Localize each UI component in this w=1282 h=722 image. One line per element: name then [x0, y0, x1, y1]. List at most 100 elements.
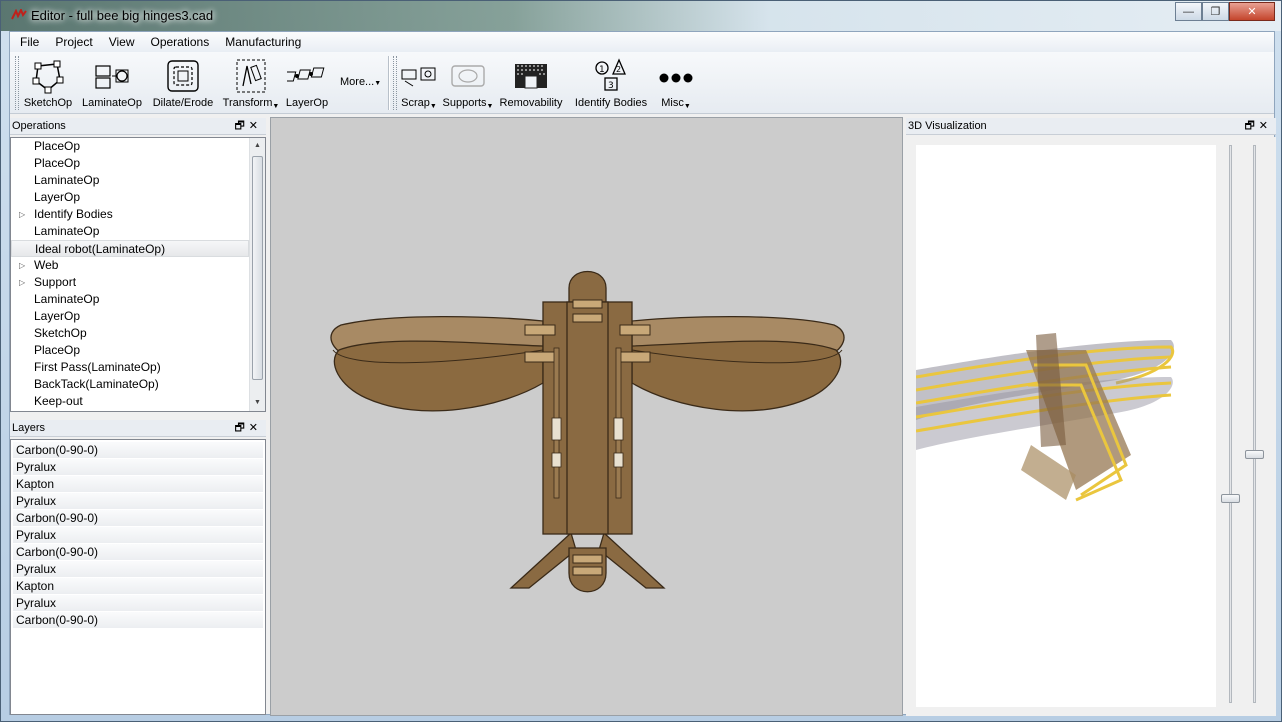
operation-item[interactable]: Keep-out	[11, 393, 249, 410]
left-lower-wing	[333, 340, 544, 412]
scroll-up-icon[interactable]: ▲	[250, 138, 265, 154]
menu-view[interactable]: View	[101, 35, 143, 49]
layer-item[interactable]: Carbon(0-90-0)	[13, 612, 263, 629]
operations-dock-title[interactable]: Operations 🗗✕	[10, 118, 266, 135]
window-controls: — ❐ ✕	[1175, 2, 1275, 21]
viz-title: 3D Visualization	[908, 120, 987, 132]
operation-label: Web	[34, 258, 59, 272]
viz-slider-1-track[interactable]	[1229, 145, 1232, 703]
operation-label: PlaceOp	[34, 139, 81, 153]
more-button[interactable]: More...▼	[340, 76, 381, 88]
operation-item[interactable]: PlaceOp	[11, 138, 249, 155]
operation-item[interactable]: ▷ Identify Bodies	[11, 206, 249, 223]
menu-operations[interactable]: Operations	[143, 35, 218, 49]
viz-slider-1-thumb[interactable]	[1221, 494, 1240, 503]
operation-item[interactable]: PlaceOp	[11, 342, 249, 359]
misc-button[interactable]: Misc▼	[656, 54, 696, 112]
layers-items: Carbon(0-90-0) Pyralux Kapton Pyralux Carbon…	[11, 442, 265, 629]
layer-item[interactable]: Carbon(0-90-0)	[13, 510, 263, 527]
operations-scrollbar[interactable]: ▲ ▼	[249, 138, 265, 411]
operation-item[interactable]: PlaceOp	[11, 155, 249, 172]
close-dock-icon[interactable]: ✕	[249, 120, 262, 132]
expand-arrow-icon[interactable]: ▷	[19, 274, 25, 291]
operation-item[interactable]: ▷ Web	[11, 257, 249, 274]
close-button[interactable]: ✕	[1229, 2, 1275, 21]
toolbar-handle-2[interactable]	[393, 56, 397, 110]
viz-slider-2-track[interactable]	[1253, 145, 1256, 703]
close-dock-icon[interactable]: ✕	[1259, 120, 1272, 132]
layer-item[interactable]: Kapton	[13, 476, 263, 493]
operation-label: LaminateOp	[34, 173, 100, 187]
maximize-button[interactable]: ❐	[1202, 2, 1229, 21]
float-icon[interactable]: 🗗	[234, 422, 248, 434]
layers-list[interactable]: Carbon(0-90-0) Pyralux Kapton Pyralux Carbon…	[10, 439, 266, 715]
laminate-3d-render	[915, 333, 1175, 502]
operation-item[interactable]: Ideal robot(LaminateOp)	[11, 240, 249, 257]
operations-tree[interactable]: PlaceOp PlaceOp LaminateOp LayerOp ▷ Identify…	[10, 137, 266, 412]
expand-arrow-icon[interactable]: ▷	[19, 257, 25, 274]
close-dock-icon[interactable]: ✕	[249, 422, 262, 434]
laminateop-button[interactable]: LaminateOp	[80, 54, 144, 112]
toolbar-divider	[388, 56, 389, 110]
design-canvas[interactable]	[270, 117, 903, 716]
dilate-erode-icon	[167, 60, 199, 92]
layer-item[interactable]: Pyralux	[13, 527, 263, 544]
minimize-button[interactable]: —	[1175, 2, 1202, 21]
viz-slider-2-thumb[interactable]	[1245, 450, 1264, 460]
operation-item[interactable]: LayerOp	[11, 308, 249, 325]
scroll-thumb[interactable]	[252, 156, 263, 380]
dock-controls: 🗗✕	[234, 420, 262, 437]
operation-item[interactable]: LayerOp	[11, 189, 249, 206]
menu-project[interactable]: Project	[47, 35, 100, 49]
removability-icon	[515, 64, 547, 89]
layer-item[interactable]: Pyralux	[13, 595, 263, 612]
layer-item[interactable]: Carbon(0-90-0)	[13, 442, 263, 459]
layer-item[interactable]: Carbon(0-90-0)	[13, 544, 263, 561]
float-icon[interactable]: 🗗	[1244, 120, 1258, 132]
sketchop-button[interactable]: SketchOp	[22, 54, 74, 112]
operation-label: PlaceOp	[34, 343, 81, 357]
menu-file[interactable]: File	[12, 35, 47, 49]
float-icon[interactable]: 🗗	[234, 120, 248, 132]
transform-button[interactable]: Transform▼	[222, 54, 280, 112]
supports-button[interactable]: Supports▼	[442, 54, 494, 112]
misc-icon	[659, 73, 693, 83]
scroll-down-icon[interactable]: ▼	[250, 395, 265, 411]
viz-dock-title[interactable]: 3D Visualization 🗗✕	[906, 118, 1276, 135]
svg-text:1: 1	[599, 65, 605, 75]
viz-3d-view[interactable]	[915, 145, 1216, 707]
scrap-button[interactable]: Scrap▼	[398, 54, 440, 112]
layer-item[interactable]: Pyralux	[13, 493, 263, 510]
toolbar: SketchOp LaminateOp Dilate/Erode Transfo…	[10, 52, 1274, 114]
layer-item[interactable]: Kapton	[13, 578, 263, 595]
dilate-erode-button[interactable]: Dilate/Erode	[150, 54, 216, 112]
body-spine	[566, 301, 609, 535]
operation-item[interactable]: LaminateOp	[11, 223, 249, 240]
operation-label: LayerOp	[34, 309, 81, 323]
operation-item[interactable]: LaminateOp	[11, 291, 249, 308]
removability-button[interactable]: Removability	[498, 54, 564, 112]
operation-item[interactable]: BackTack(LaminateOp)	[11, 376, 249, 393]
supports-icon	[451, 65, 485, 87]
right-lower-wing	[631, 340, 842, 412]
operation-label: PlaceOp	[34, 156, 81, 170]
svg-text:3: 3	[608, 81, 614, 91]
transform-label: Transform▼	[222, 97, 280, 110]
operation-item[interactable]: ▷ Support	[11, 274, 249, 291]
layers-dock-title[interactable]: Layers 🗗✕	[10, 420, 266, 437]
operation-item[interactable]: SketchOp	[11, 325, 249, 342]
layer-item[interactable]: Pyralux	[13, 459, 263, 476]
layer-op-icon	[287, 67, 325, 82]
scrap-label: Scrap▼	[401, 97, 437, 110]
app-logo-icon	[11, 9, 27, 20]
menu-manufacturing[interactable]: Manufacturing	[217, 35, 309, 49]
toolbar-handle[interactable]	[15, 56, 19, 110]
title-bar[interactable]: Editor - full bee big hinges3.cad — ❐ ✕	[1, 1, 1281, 31]
operation-item[interactable]: LaminateOp	[11, 172, 249, 189]
layerop-button[interactable]: LayerOp	[284, 54, 330, 112]
expand-arrow-icon[interactable]: ▷	[19, 206, 25, 223]
dilate-erode-label: Dilate/Erode	[152, 97, 214, 109]
identify-bodies-button[interactable]: 1 2 3 Identify Bodies	[570, 54, 652, 112]
layer-item[interactable]: Pyralux	[13, 561, 263, 578]
operation-item[interactable]: First Pass(LaminateOp)	[11, 359, 249, 376]
